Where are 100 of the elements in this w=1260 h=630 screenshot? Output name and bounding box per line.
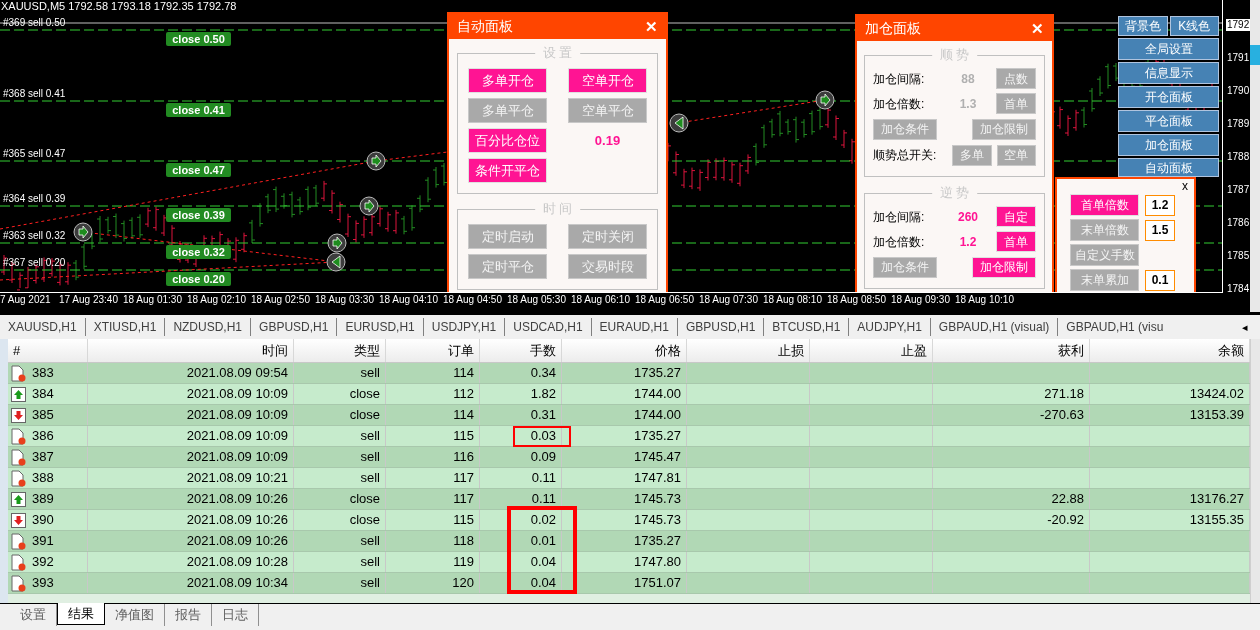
panel-button[interactable]: 条件开平仓 (468, 158, 547, 183)
table-cell-text: 22.88 (1051, 490, 1084, 509)
bottom-tab[interactable]: 报告 (165, 604, 212, 626)
column-header[interactable]: 止损 (687, 339, 810, 362)
table-row[interactable]: 387 2021.08.09 10:09 sell 116 0.09 1745.47 (8, 447, 1250, 468)
menu-button[interactable]: 自动面板 (1118, 158, 1219, 177)
time-axis-label: 18 Aug 07:30 (699, 294, 758, 306)
table-cell-text: 116 (453, 448, 474, 467)
close-button[interactable]: ✕ (645, 19, 658, 34)
table-row[interactable]: 388 2021.08.09 10:21 sell 117 0.11 1747.81 (8, 468, 1250, 489)
close-order-button[interactable]: close 0.39 (166, 208, 231, 222)
table-cell-text: 13176.27 (1189, 490, 1244, 509)
panel-button[interactable]: 空单开仓 (568, 68, 647, 93)
table-cell-text: 13155.35 (1189, 511, 1244, 530)
symbol-tab[interactable]: EURUSD,H1 (336, 318, 423, 336)
close-order-button[interactable]: close 0.41 (166, 103, 231, 117)
table-row[interactable]: 385 2021.08.09 10:09 close 114 0.31 1744.00 -270.63 13153.39 (8, 405, 1250, 426)
symbol-tab[interactable]: GBPAUD,H1 (visual) (929, 318, 1058, 336)
price-axis-label: 1786 (1226, 217, 1251, 229)
column-header[interactable]: 订单 (386, 339, 480, 362)
table-cell-text: 119 (453, 553, 474, 572)
setting-value: 260 (957, 208, 979, 226)
close-order-button[interactable]: close 0.32 (166, 245, 231, 259)
table-row[interactable]: 393 2021.08.09 10:34 sell 120 0.04 1751.07 (8, 573, 1250, 594)
table-cell-text: 2021.08.09 10:28 (186, 553, 288, 572)
column-header[interactable]: 价格 (562, 339, 687, 362)
panel-button[interactable]: 自定 (996, 206, 1036, 227)
table-row[interactable]: 384 2021.08.09 10:09 close 112 1.82 1744.00 271.18 13424.02 (8, 384, 1250, 405)
table-cell-text: 1745.73 (634, 490, 681, 509)
table-cell-text: 1745.73 (634, 511, 681, 530)
table-row[interactable]: 390 2021.08.09 10:26 close 115 0.02 1745.73 -20.92 13155.35 (8, 510, 1250, 531)
menu-button[interactable]: K线色 (1169, 16, 1219, 36)
bottom-tab[interactable]: 日志 (212, 604, 259, 626)
symbol-tab[interactable]: AUDJPY,H1 (848, 318, 930, 336)
symbol-tab[interactable]: GBPUSD,H1 (250, 318, 337, 336)
symbol-tab[interactable]: BTCUSD,H1 (763, 318, 849, 336)
row-number: 393 (32, 574, 54, 593)
symbol-tab[interactable]: XAUUSD,H1 (0, 318, 85, 336)
table-row[interactable]: 383 2021.08.09 09:54 sell 114 0.34 1735.27 (8, 363, 1250, 384)
menu-button[interactable]: 开仓面板 (1118, 86, 1219, 108)
close-button[interactable]: ✕ (1031, 21, 1044, 36)
time-axis-label: 17 Aug 23:40 (59, 294, 118, 306)
close-button[interactable]: x (1182, 179, 1188, 193)
table-row[interactable]: 386 2021.08.09 10:09 sell 115 0.03 1735.27 (8, 426, 1250, 447)
menu-button[interactable]: 加仓面板 (1118, 134, 1219, 156)
symbol-tab[interactable]: GBPUSD,H1 (676, 318, 764, 336)
table-cell-text: sell (360, 532, 380, 551)
table-cell-text: close (349, 385, 380, 404)
menu-button[interactable]: 全局设置 (1118, 38, 1219, 60)
menu-button[interactable]: 信息显示 (1118, 62, 1219, 84)
column-header[interactable]: 手数 (480, 339, 562, 362)
scrollbar[interactable] (1250, 339, 1260, 603)
panel-button[interactable]: 多单开仓 (468, 68, 547, 93)
column-header[interactable]: 类型 (294, 339, 386, 362)
symbol-tab[interactable]: EURAUD,H1 (590, 318, 677, 336)
panel-button[interactable]: 首单 (996, 231, 1036, 252)
bottom-tab[interactable]: 结果 (57, 603, 105, 625)
table-row[interactable]: 391 2021.08.09 10:26 sell 118 0.01 1735.27 (8, 531, 1250, 552)
percent-value: 0.19 (593, 131, 622, 150)
table-cell-text: 1735.27 (634, 532, 681, 551)
lot-input-field[interactable]: 0.1 (1145, 269, 1175, 291)
close-order-button[interactable]: close 0.50 (166, 32, 231, 46)
column-header[interactable]: 止盈 (810, 339, 933, 362)
table-cell-text: close (349, 490, 380, 509)
table-cell-text: 1.82 (530, 385, 556, 404)
menu-button[interactable]: 平仓面板 (1118, 110, 1219, 132)
up-arrow-icon (11, 386, 26, 402)
setting-label: 加仓倍数: (873, 95, 926, 113)
setting-label: 加仓倍数: (873, 233, 926, 251)
column-header[interactable]: 获利 (933, 339, 1090, 362)
table-cell-text: close (349, 511, 380, 530)
close-order-button[interactable]: close 0.47 (166, 163, 231, 177)
table-cell-text: 1751.07 (634, 574, 681, 593)
table-row[interactable]: 392 2021.08.09 10:28 sell 119 0.04 1747.80 (8, 552, 1250, 573)
column-header[interactable]: 时间 (88, 339, 294, 362)
table-cell-text: 0.03 (530, 427, 556, 446)
table-cell-text: 2021.08.09 10:09 (186, 385, 288, 404)
trade-marker-icon (815, 90, 835, 110)
table-row[interactable]: 389 2021.08.09 10:26 close 117 0.11 1745.73 22.88 13176.27 (8, 489, 1250, 510)
panel-button[interactable]: 加仓限制 (972, 256, 1036, 278)
trade-marker-icon (326, 252, 346, 272)
symbol-tab[interactable]: GBPAUD,H1 (visu (1057, 318, 1172, 336)
table-cell-text: 0.31 (530, 406, 556, 425)
symbol-tab[interactable]: USDJPY,H1 (422, 318, 505, 336)
panel-button[interactable]: 百分比仓位 (468, 128, 547, 153)
order-document-icon (11, 448, 26, 466)
table-cell-text: 2021.08.09 10:34 (186, 574, 288, 593)
column-header[interactable]: # (8, 339, 88, 362)
tab-scroll-button[interactable]: ◂ (1242, 318, 1260, 336)
close-order-button[interactable]: close 0.20 (166, 272, 231, 286)
bottom-tab[interactable]: 净值图 (105, 604, 165, 626)
symbol-tab[interactable]: NZDUSD,H1 (164, 318, 251, 336)
lot-input-field[interactable]: 1.5 (1145, 219, 1175, 241)
symbol-tab[interactable]: XTIUSD,H1 (84, 318, 165, 336)
symbol-tab[interactable]: USDCAD,H1 (504, 318, 591, 336)
menu-button[interactable]: 背景色 (1118, 16, 1168, 36)
time-axis-label: 7 Aug 2021 (0, 294, 51, 306)
panel-button[interactable]: 首单倍数 (1070, 194, 1139, 216)
table-cell-text: 114 (453, 406, 474, 425)
lot-input-field[interactable]: 1.2 (1145, 194, 1175, 216)
